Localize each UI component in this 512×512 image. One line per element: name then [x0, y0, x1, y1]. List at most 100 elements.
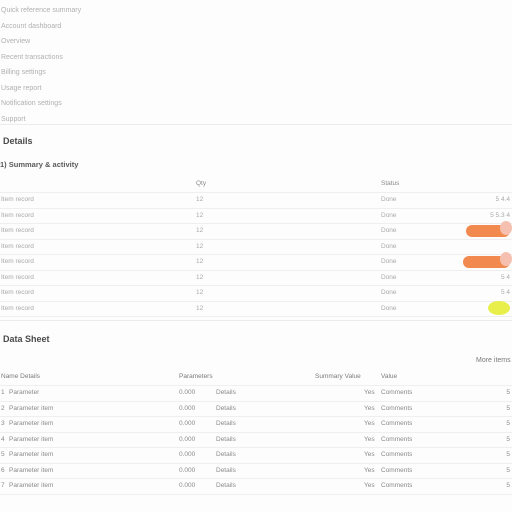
section1-title: Details: [3, 136, 33, 146]
col-qty-header: Qty: [196, 180, 207, 187]
row-name: Item record: [1, 258, 34, 265]
row-comment: Comments: [381, 482, 413, 489]
row-parameter: 0.000: [179, 435, 196, 443]
top-link-4[interactable]: Billing settings: [0, 65, 120, 81]
row-value: Yes: [364, 482, 375, 489]
row-value: Yes: [364, 389, 375, 396]
top-link-2[interactable]: Overview: [0, 34, 120, 50]
row-qty: 12: [196, 211, 204, 219]
data-row[interactable]: 2 Parameter item 0.000 Details Yes Comments 5: [0, 401, 512, 417]
data-row[interactable]: 3 Parameter item 0.000 Details Yes Comments 5: [0, 416, 512, 433]
row-name: Parameter item: [9, 435, 54, 443]
top-link-6[interactable]: Notification settings: [0, 96, 120, 112]
col-value-header: Value: [381, 373, 398, 380]
summary-row[interactable]: Item record 12 Done 5 4: [0, 270, 512, 286]
top-link-1[interactable]: Account dashboard: [0, 19, 120, 35]
row-qty: 12: [196, 242, 204, 250]
row-qty: 12: [196, 304, 204, 312]
row-detail: Details: [216, 466, 236, 474]
col-summary-header: Summary Value: [315, 373, 361, 380]
top-link-list: Quick reference summary Account dashboar…: [0, 3, 120, 127]
row-name: Item record: [1, 273, 34, 281]
top-link-3[interactable]: Recent transactions: [0, 50, 120, 66]
divider: [0, 124, 512, 125]
row-status: Done: [381, 258, 397, 265]
row-parameter: 0.000: [179, 482, 196, 489]
section1-caption: 1) Summary & activity: [0, 160, 79, 169]
row-status: Done: [381, 196, 397, 203]
row-index: 6: [1, 466, 5, 474]
row-name: Item record: [1, 289, 34, 296]
row-end-value: 5: [506, 420, 510, 427]
summary-row[interactable]: Item record 12 Done 5 5.3 4: [0, 208, 512, 224]
row-name: Parameter item: [9, 482, 54, 489]
row-name: Parameter item: [9, 404, 54, 412]
summary-row[interactable]: Item record 12 Done 5 4: [0, 285, 512, 302]
summary-row[interactable]: Item record 12 Done 5 4.4: [0, 192, 512, 209]
row-end-value: 5: [506, 435, 510, 443]
row-end-value: 5: [506, 451, 510, 458]
row-name: Item record: [1, 211, 34, 219]
highlight-badge: [488, 300, 510, 315]
row-comment: Comments: [381, 404, 413, 412]
row-qty: 12: [196, 196, 204, 203]
row-value: 5 4: [500, 273, 510, 281]
row-name: Parameter item: [9, 451, 54, 458]
row-value: Yes: [364, 435, 375, 443]
summary-row[interactable]: Item record 12 Done: [0, 221, 512, 240]
data-row[interactable]: 1 Parameter 0.000 Details Yes Comments 5: [0, 385, 512, 402]
row-detail: Details: [216, 404, 236, 412]
row-parameter: 0.000: [179, 451, 196, 458]
summary-header-row: Qty Status: [0, 176, 512, 193]
summary-row[interactable]: Item record12Done3 2: [0, 300, 512, 317]
row-detail: Details: [216, 420, 236, 427]
row-name: Parameter: [9, 389, 40, 396]
row-index: 7: [1, 482, 5, 489]
row-index: 2: [1, 404, 5, 412]
data-row[interactable]: 7 Parameter item 0.000 Details Yes Comments 5: [0, 478, 512, 495]
row-detail: Details: [216, 389, 236, 396]
row-qty: 12: [196, 289, 204, 296]
row-index: 1: [1, 389, 5, 396]
row-qty: 12: [196, 258, 204, 265]
divider: [0, 320, 512, 321]
row-qty: 12: [196, 273, 204, 281]
row-end-value: 5: [506, 482, 510, 489]
col-name-header: Name Details: [1, 373, 41, 380]
row-end-value: 5: [506, 389, 510, 396]
col-param-header: Parameters: [179, 373, 213, 380]
data-row[interactable]: 6 Parameter item 0.000 Details Yes Comments 5: [0, 463, 512, 479]
row-name: Item record: [1, 196, 34, 203]
row-comment: Comments: [381, 466, 413, 474]
section2-title: Data Sheet: [3, 334, 50, 344]
row-parameter: 0.000: [179, 404, 196, 412]
row-index: 3: [1, 420, 5, 427]
data-row[interactable]: 4 Parameter item 0.000 Details Yes Comments 5: [0, 432, 512, 448]
row-qty: 12: [196, 227, 204, 234]
row-detail: Details: [216, 435, 236, 443]
row-value: Yes: [364, 404, 375, 412]
top-link-5[interactable]: Usage report: [0, 81, 120, 97]
row-end-value: 5: [506, 466, 510, 474]
row-parameter: 0.000: [179, 420, 196, 427]
row-name: Parameter item: [9, 466, 54, 474]
summary-row[interactable]: Item record 12 Done: [0, 239, 512, 255]
data-row[interactable]: 5 Parameter item 0.000 Details Yes Comments 5: [0, 447, 512, 464]
row-index: 5: [1, 451, 5, 458]
page: Quick reference summary Account dashboar…: [0, 0, 512, 512]
row-comment: Comments: [381, 435, 413, 443]
row-value: Yes: [364, 466, 375, 474]
row-value: 5 4: [500, 289, 510, 296]
row-status: Done: [381, 304, 397, 312]
row-name: Parameter item: [9, 420, 54, 427]
summary-row[interactable]: Item record 12 Done: [0, 252, 512, 271]
row-end-value: 5: [506, 404, 510, 412]
row-value: 5 4.4: [495, 196, 510, 203]
row-value: Yes: [364, 420, 375, 427]
row-index: 4: [1, 435, 5, 443]
top-link-0[interactable]: Quick reference summary: [0, 3, 120, 19]
row-comment: Comments: [381, 389, 413, 396]
row-status: Done: [381, 227, 397, 234]
row-status: Done: [381, 273, 397, 281]
status-dot: [500, 252, 512, 266]
